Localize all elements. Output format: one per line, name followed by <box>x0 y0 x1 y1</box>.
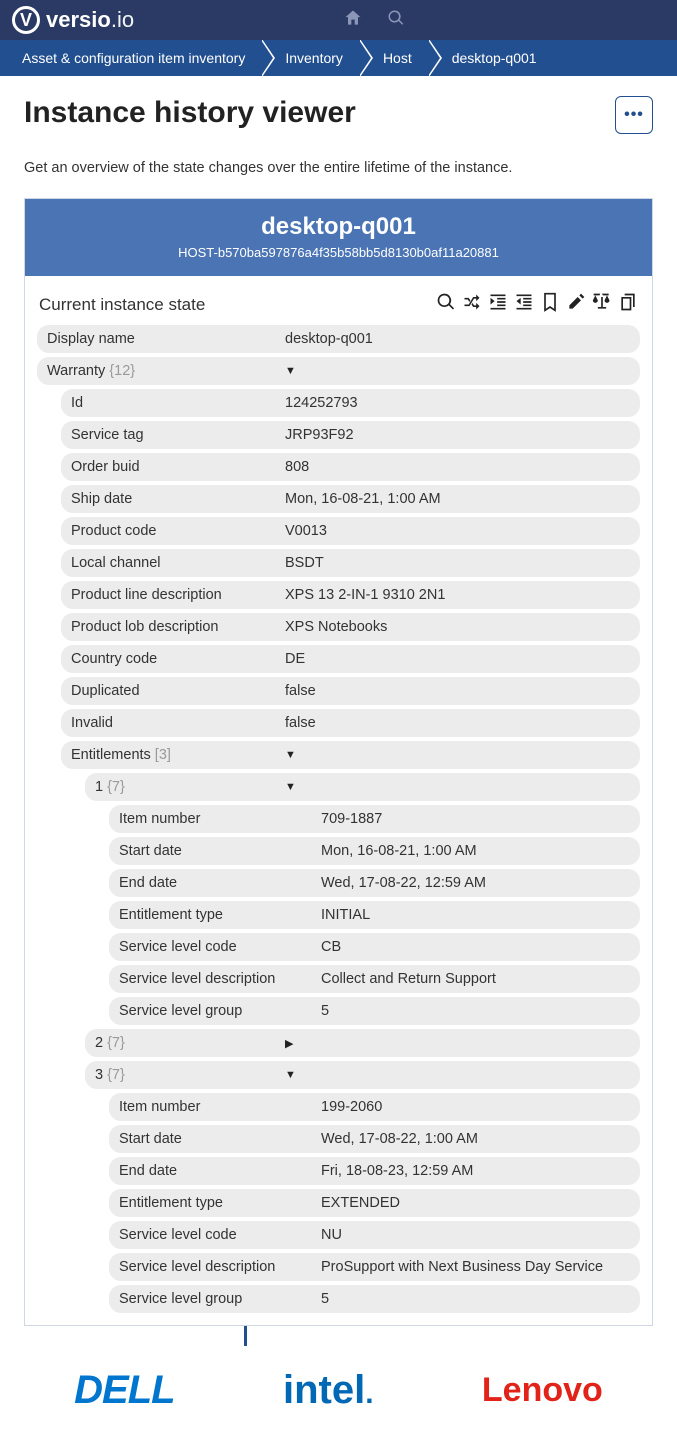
e1-entitlement-type-row: Entitlement typeINITIAL <box>109 901 640 929</box>
crumb-root[interactable]: Asset & configuration item inventory <box>0 40 263 76</box>
search-icon[interactable] <box>387 9 405 32</box>
intel-logo: intel. <box>283 1368 374 1413</box>
search-state-icon[interactable] <box>436 292 456 317</box>
product-line-desc-row: Product line description XPS 13 2-IN-1 9… <box>61 581 640 609</box>
brand-suffix: .io <box>111 7 134 32</box>
more-actions-button[interactable]: ••• <box>615 96 653 134</box>
chevron-down-icon: ▼ <box>285 781 296 793</box>
e1-service-level-group-row: Service level group5 <box>109 997 640 1025</box>
state-title: Current instance state <box>39 295 205 315</box>
country-code-row: Country code DE <box>61 645 640 673</box>
logo-icon: V <box>12 6 40 34</box>
chevron-down-icon: ▼ <box>285 1069 296 1081</box>
display-name-value: desktop-q001 <box>285 331 373 347</box>
edit-icon[interactable] <box>566 292 586 317</box>
e3-service-level-desc-row: Service level descriptionProSupport with… <box>109 1253 640 1281</box>
property-tree: Display name desktop-q001 Warranty{12} ▼… <box>37 325 640 1325</box>
entitlement-1-row[interactable]: 1{7} ▼ <box>85 773 640 801</box>
e3-service-level-group-row: Service level group5 <box>109 1285 640 1313</box>
warranty-id-row: Id 124252793 <box>61 389 640 417</box>
action-toolbar <box>436 292 638 317</box>
display-name-row: Display name desktop-q001 <box>37 325 640 353</box>
breadcrumb: Asset & configuration item inventory Inv… <box>0 40 677 76</box>
entitlements-row[interactable]: Entitlements[3] ▼ <box>61 741 640 769</box>
duplicated-row: Duplicated false <box>61 677 640 705</box>
entitlement-3-row[interactable]: 3{7} ▼ <box>85 1061 640 1089</box>
footer-logos: DELL intel. Lenovo <box>0 1338 677 1433</box>
product-code-row: Product code V0013 <box>61 517 640 545</box>
brand-text: versio.io <box>46 7 134 33</box>
e1-service-level-desc-row: Service level descriptionCollect and Ret… <box>109 965 640 993</box>
ship-date-row: Ship date Mon, 16-08-21, 1:00 AM <box>61 485 640 513</box>
brand-main: versio <box>46 7 111 32</box>
e3-item-number-row: Item number199-2060 <box>109 1093 640 1121</box>
warranty-row[interactable]: Warranty{12} ▼ <box>37 357 640 385</box>
shuffle-icon[interactable] <box>462 292 482 317</box>
page-title: Instance history viewer <box>24 96 356 130</box>
chevron-down-icon: ▼ <box>285 749 296 761</box>
page-subtitle: Get an overview of the state changes ove… <box>24 160 653 176</box>
product-lob-desc-row: Product lob description XPS Notebooks <box>61 613 640 641</box>
indent-decrease-icon[interactable] <box>514 292 534 317</box>
ellipsis-icon: ••• <box>624 106 644 124</box>
e3-service-level-code-row: Service level codeNU <box>109 1221 640 1249</box>
local-channel-row: Local channel BSDT <box>61 549 640 577</box>
lenovo-logo: Lenovo <box>482 1371 603 1410</box>
e1-item-number-row: Item number709-1887 <box>109 805 640 833</box>
balance-icon[interactable] <box>592 292 612 317</box>
instance-card: desktop-q001 HOST-b570ba597876a4f35b58bb… <box>24 198 653 1326</box>
bookmark-icon[interactable] <box>540 292 560 317</box>
e3-start-date-row: Start dateWed, 17-08-22, 1:00 AM <box>109 1125 640 1153</box>
instance-title: desktop-q001 <box>35 213 642 241</box>
indent-increase-icon[interactable] <box>488 292 508 317</box>
brand-logo[interactable]: V versio.io <box>12 6 134 34</box>
service-tag-row: Service tag JRP93F92 <box>61 421 640 449</box>
card-header: desktop-q001 HOST-b570ba597876a4f35b58bb… <box>25 199 652 276</box>
chevron-right-icon: ▶ <box>285 1037 293 1050</box>
chevron-down-icon: ▼ <box>285 365 296 377</box>
invalid-row: Invalid false <box>61 709 640 737</box>
topbar: V versio.io <box>0 0 677 40</box>
crumb-inventory[interactable]: Inventory <box>263 40 361 76</box>
e3-end-date-row: End dateFri, 18-08-23, 12:59 AM <box>109 1157 640 1185</box>
instance-id: HOST-b570ba597876a4f35b58bb5d8130b0af11a… <box>35 245 642 260</box>
copy-icon[interactable] <box>618 292 638 317</box>
dell-logo: DELL <box>74 1368 174 1413</box>
e1-end-date-row: End dateWed, 17-08-22, 12:59 AM <box>109 869 640 897</box>
timeline-marker[interactable] <box>24 1326 653 1338</box>
e3-entitlement-type-row: Entitlement typeEXTENDED <box>109 1189 640 1217</box>
home-icon[interactable] <box>343 8 363 33</box>
entitlement-2-row[interactable]: 2{7} ▶ <box>85 1029 640 1057</box>
crumb-instance[interactable]: desktop-q001 <box>430 40 555 76</box>
order-buid-row: Order buid 808 <box>61 453 640 481</box>
e1-start-date-row: Start dateMon, 16-08-21, 1:00 AM <box>109 837 640 865</box>
e1-service-level-code-row: Service level codeCB <box>109 933 640 961</box>
